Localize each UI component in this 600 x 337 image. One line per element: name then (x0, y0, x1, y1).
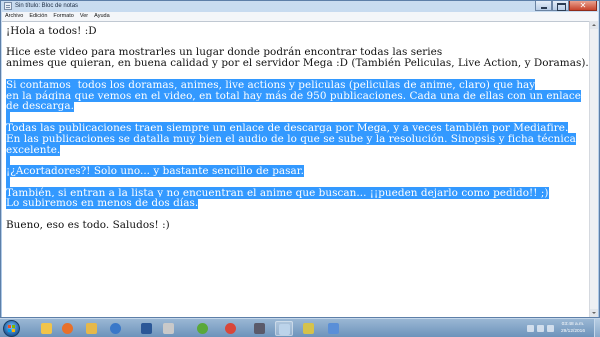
menu-formato[interactable]: Formato (50, 12, 76, 21)
text-line-content: Bueno, eso es todo. Saludos! :) (6, 219, 170, 231)
selected-text-line: en la página que vemos en el video, en t… (6, 90, 581, 102)
taskbar-button[interactable] (251, 321, 269, 336)
chrome-icon (225, 323, 236, 334)
window-controls (535, 0, 597, 11)
tray-arrow-icon[interactable] (527, 325, 534, 332)
clock[interactable]: 03:48 a.m. 29/12/2016 (558, 321, 588, 335)
taskbar-button[interactable] (325, 321, 343, 336)
selected-text-line: Lo subiremos en menos de dos días. (6, 197, 199, 209)
text-line-content: excelente. (6, 144, 61, 156)
taskbar-button[interactable] (38, 321, 56, 336)
selected-text-line: ¡¿Acortadores?! Solo uno... y bastante s… (6, 165, 305, 177)
clock-date: 29/12/2016 (560, 329, 585, 334)
clock-time: 03:48 a.m. (561, 322, 585, 327)
system-tray (524, 321, 554, 336)
selected-text-line: de descarga. (6, 100, 74, 112)
menu-edicion[interactable]: Edición (26, 12, 50, 21)
firefox-icon (62, 323, 73, 334)
close-button[interactable] (569, 0, 597, 11)
scroll-down-arrow-icon[interactable] (590, 309, 598, 317)
explorer-icon (41, 323, 52, 334)
taskbar-button[interactable] (59, 321, 77, 336)
taskbar-button[interactable] (300, 321, 318, 336)
app-icon (163, 323, 174, 334)
text-line-content: en la página que vemos en el video, en t… (6, 90, 581, 102)
start-button[interactable] (3, 320, 20, 337)
media-icon (254, 323, 265, 334)
text-line-content: ¡Hola a todos! :D (6, 25, 97, 37)
taskbar-button[interactable] (194, 321, 212, 336)
text-line-content: ¡¿Acortadores?! Solo uno... y bastante s… (6, 165, 305, 177)
menu-ver[interactable]: Ver (77, 12, 91, 21)
menu-archivo[interactable]: Archivo (2, 12, 26, 21)
media-player-icon (110, 323, 121, 334)
word-icon (141, 323, 152, 334)
show-desktop-button[interactable] (594, 319, 600, 337)
taskbar-button[interactable] (275, 321, 293, 336)
taskbar-button[interactable] (107, 321, 125, 336)
text-line-content: En las publicaciones se datalla muy bien… (6, 133, 576, 145)
notepad-icon (4, 2, 12, 10)
taskbar-button[interactable] (222, 321, 240, 336)
windows-logo-icon (8, 325, 16, 333)
text-editor-area[interactable]: ¡Hola a todos! :D Hice este video para mo… (2, 21, 590, 317)
sticky-icon (303, 323, 314, 334)
menu-ayuda[interactable]: Ayuda (91, 12, 113, 21)
folder-icon (86, 323, 97, 334)
menu-bar: Archivo Edición Formato Ver Ayuda (2, 12, 598, 21)
minimize-button[interactable] (535, 1, 552, 11)
app2-icon (328, 323, 339, 334)
text-line-content: animes que quieran, en buena calidad y p… (6, 57, 589, 69)
utorrent-icon (197, 323, 208, 334)
scroll-up-arrow-icon[interactable] (590, 21, 598, 29)
maximize-button[interactable] (552, 1, 569, 11)
notepad-window: Sin título: Bloc de notas Archivo Edició… (0, 0, 600, 318)
vertical-scrollbar[interactable] (589, 21, 598, 317)
text-line-content: de descarga. (6, 100, 74, 112)
selected-text-line: excelente. (6, 144, 61, 156)
window-title: Sin título: Bloc de notas (15, 3, 79, 9)
text-line: Bueno, eso es todo. Saludos! :) (6, 220, 170, 231)
network-icon[interactable] (537, 325, 544, 332)
volume-icon[interactable] (547, 325, 554, 332)
taskbar: 03:48 a.m. 29/12/2016 (0, 318, 600, 337)
text-line: ¡Hola a todos! :D (6, 26, 97, 37)
title-bar[interactable]: Sin título: Bloc de notas (1, 0, 599, 12)
text-line: animes que quieran, en buena calidad y p… (6, 58, 589, 69)
taskbar-button[interactable] (138, 321, 156, 336)
selected-text-line: En las publicaciones se datalla muy bien… (6, 133, 576, 145)
taskbar-button[interactable] (160, 321, 178, 336)
taskbar-button[interactable] (83, 321, 101, 336)
text-line-content: Lo subiremos en menos de dos días. (6, 197, 199, 209)
notepad-icon (279, 324, 290, 335)
